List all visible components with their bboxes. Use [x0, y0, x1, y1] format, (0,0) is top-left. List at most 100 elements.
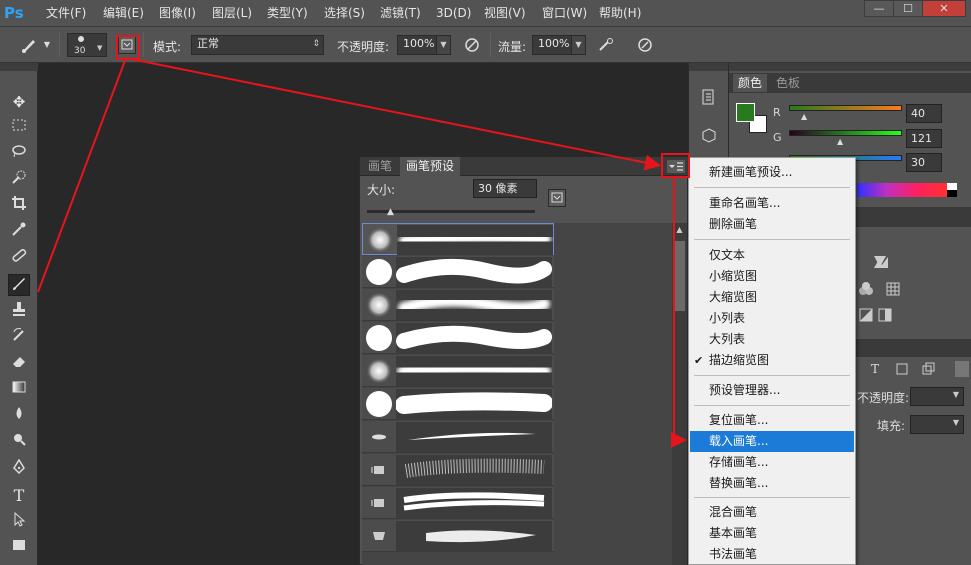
menu-new-brush-preset[interactable]: 新建画笔预设... [690, 162, 854, 183]
menu-file[interactable]: 文件(F) [46, 5, 86, 21]
lookup-grid-icon[interactable] [885, 281, 901, 297]
layer-fill-input[interactable]: ▼ [910, 415, 964, 434]
menu-large-list[interactable]: 大列表 [690, 329, 854, 350]
minimize-button[interactable]: — [864, 0, 894, 17]
lasso-icon[interactable] [8, 143, 30, 165]
invert-icon[interactable] [858, 307, 874, 323]
brush-preset-icon[interactable] [20, 36, 38, 54]
chevron-down-icon[interactable]: ▼ [571, 36, 585, 54]
brush-preset-dropdown-icon[interactable]: ▼ [42, 36, 52, 54]
foreground-color-swatch[interactable] [736, 103, 755, 122]
menu-assorted-brushes[interactable]: 混合画笔 [690, 502, 854, 523]
channel-b-input[interactable]: 30 [906, 153, 942, 172]
tab-swatches[interactable]: 色板 [771, 74, 805, 92]
crop-icon[interactable] [8, 195, 30, 217]
menu-text-only[interactable]: 仅文本 [690, 245, 854, 266]
brush-list-scrollbar[interactable]: ▲ [672, 223, 687, 565]
type-filter-icon[interactable]: T [871, 362, 883, 376]
channel-g-slider[interactable] [789, 130, 902, 136]
size-input[interactable]: 30 像素 [473, 179, 537, 198]
color-ramp-white[interactable] [947, 183, 957, 190]
maximize-button[interactable]: ☐ [893, 0, 923, 17]
move-icon[interactable]: ✥ [8, 91, 30, 113]
menu-reset-brushes[interactable]: 复位画笔... [690, 410, 854, 431]
tab-color[interactable]: 颜色 [733, 74, 768, 92]
brush-panel-toggle-icon[interactable] [118, 36, 136, 54]
brush-preset-row[interactable] [362, 520, 554, 552]
collapse-icon[interactable]: » [649, 160, 655, 170]
menu-small-thumbnail[interactable]: 小缩览图 [690, 266, 854, 287]
menu-select[interactable]: 选择(S) [324, 5, 365, 21]
channel-g-input[interactable]: 121 [906, 129, 942, 148]
opacity-input[interactable]: 100% ▼ [397, 35, 451, 55]
airbrush-icon[interactable] [597, 36, 615, 54]
gradient-icon[interactable] [8, 379, 30, 401]
brush-preset-row[interactable] [362, 388, 554, 420]
menu-preset-manager[interactable]: 预设管理器... [690, 380, 854, 401]
brush-preset-row[interactable] [362, 355, 554, 387]
path-select-icon[interactable] [8, 511, 30, 533]
tab-brush-presets[interactable]: 画笔预设 [400, 157, 461, 176]
brush-preset-row[interactable] [362, 223, 554, 255]
channel-r-slider[interactable] [789, 105, 902, 111]
brush-preset-row[interactable] [362, 487, 554, 519]
type-icon[interactable]: T [8, 485, 30, 507]
tab-brush[interactable]: 画笔 [362, 157, 398, 176]
dodge-icon[interactable] [8, 431, 30, 453]
smart-object-filter-icon[interactable] [921, 362, 935, 376]
chevron-down-icon[interactable]: ▼ [436, 36, 450, 54]
vibrance-icon[interactable] [872, 253, 888, 269]
menu-window[interactable]: 窗口(W) [542, 5, 587, 21]
menu-view[interactable]: 视图(V) [484, 5, 526, 21]
quick-select-icon[interactable] [8, 169, 30, 191]
menu-large-thumbnail[interactable]: 大缩览图 [690, 287, 854, 308]
blur-icon[interactable] [8, 405, 30, 427]
color-ramp[interactable] [857, 183, 947, 197]
history-brush-icon[interactable] [8, 327, 30, 349]
flow-input[interactable]: 100% ▼ [532, 35, 586, 55]
pressure-size-icon[interactable] [636, 36, 654, 54]
brush-preset-row[interactable] [362, 289, 554, 321]
menu-filter[interactable]: 滤镜(T) [380, 5, 421, 21]
menu-edit[interactable]: 编辑(E) [103, 5, 144, 21]
menu-basic-brushes[interactable]: 基本画笔 [690, 523, 854, 544]
history-panel-icon[interactable] [699, 87, 719, 107]
menu-layer[interactable]: 图层(L) [212, 5, 252, 21]
rectangle-icon[interactable] [8, 537, 30, 559]
brush-preset-row[interactable] [362, 322, 554, 354]
brush-preset-row[interactable] [362, 421, 554, 453]
posterize-icon[interactable] [877, 307, 893, 323]
eraser-icon[interactable] [8, 353, 30, 375]
3d-panel-icon[interactable] [699, 126, 719, 146]
menu-load-brushes[interactable]: 载入画笔... [690, 431, 854, 452]
create-preset-icon[interactable] [548, 189, 566, 207]
channel-r-input[interactable]: 40 [906, 104, 942, 123]
panel-grip[interactable] [0, 63, 38, 71]
menu-delete-brush[interactable]: 删除画笔 [690, 214, 854, 235]
panel-grip[interactable] [689, 63, 729, 71]
menu-rename-brush[interactable]: 重命名画笔... [690, 193, 854, 214]
filter-toggle[interactable] [955, 361, 969, 377]
menu-3d[interactable]: 3D(D) [436, 5, 471, 21]
menu-calligraphic-brushes[interactable]: 书法画笔 [690, 544, 854, 565]
slider-handle-icon[interactable]: ▲ [801, 112, 807, 121]
brush-preset-row[interactable] [362, 454, 554, 486]
scroll-up-icon[interactable]: ▲ [674, 225, 685, 235]
slider-handle-icon[interactable]: ▲ [387, 207, 394, 217]
channel-mixer-icon[interactable] [858, 281, 874, 297]
menu-stroke-thumbnail[interactable]: ✔ 描边缩览图 [690, 350, 854, 371]
menu-replace-brushes[interactable]: 替换画笔... [690, 473, 854, 494]
layer-opacity-input[interactable]: ▼ [910, 387, 964, 406]
brush-preset-row[interactable] [362, 256, 554, 288]
brush-icon[interactable] [8, 274, 30, 296]
eyedropper-icon[interactable] [8, 221, 30, 243]
pressure-opacity-icon[interactable] [463, 36, 481, 54]
brush-preset-list[interactable] [362, 223, 672, 565]
marquee-icon[interactable] [8, 117, 30, 139]
menu-help[interactable]: 帮助(H) [599, 5, 641, 21]
panel-menu-button[interactable] [667, 160, 685, 173]
menu-image[interactable]: 图像(I) [159, 5, 196, 21]
pen-icon[interactable] [8, 458, 30, 481]
menu-small-list[interactable]: 小列表 [690, 308, 854, 329]
menu-type[interactable]: 类型(Y) [267, 5, 308, 21]
